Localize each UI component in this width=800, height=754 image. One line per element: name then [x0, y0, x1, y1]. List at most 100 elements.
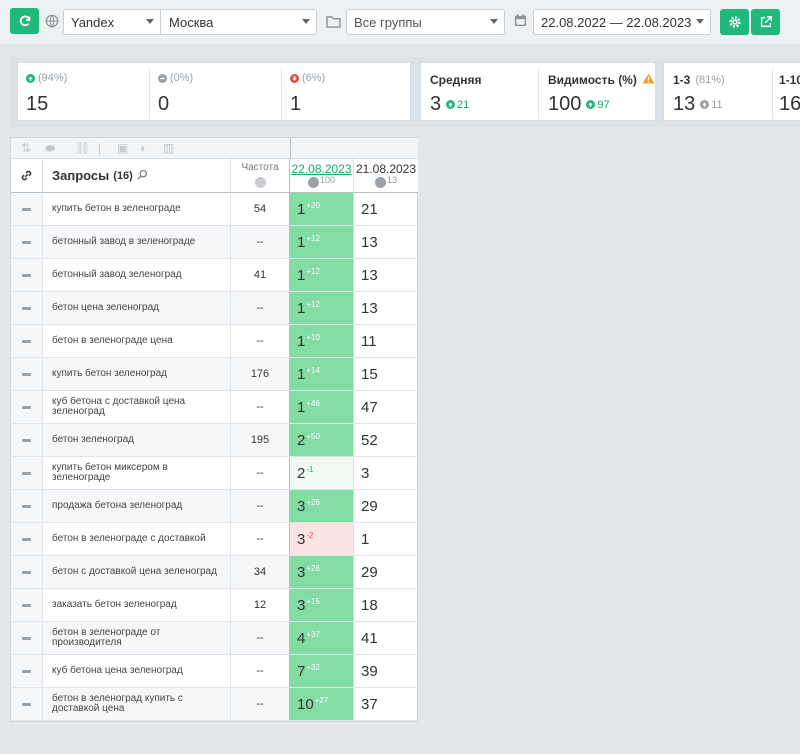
date1-column-header[interactable]: 22.08.2023 100 [290, 159, 354, 193]
position-cell[interactable]: 3 +26 [290, 490, 354, 522]
top3-value: 13 [673, 93, 696, 115]
position-value: 3 [297, 497, 306, 515]
average-delta-row: 21 [446, 99, 469, 111]
row-toggle-button[interactable] [11, 457, 43, 489]
row-toggle-button[interactable] [11, 325, 43, 357]
toggle-icon[interactable]: ⬬ [45, 141, 55, 156]
row-toggle-button[interactable] [11, 688, 43, 720]
position-cell[interactable]: 3 -2 [290, 523, 354, 555]
position-cell[interactable]: 2 -1 [290, 457, 354, 489]
row-toggle-button[interactable] [11, 358, 43, 390]
position-cell[interactable]: 2 +50 [290, 424, 354, 456]
query-cell[interactable]: бетон с доставкой цена зеленоград [43, 556, 231, 588]
previous-position-cell[interactable]: 13 [354, 226, 418, 258]
warning-icon[interactable] [642, 73, 655, 87]
previous-position-cell[interactable]: 3 [354, 457, 418, 489]
previous-position-cell[interactable]: 1 [354, 523, 418, 555]
row-toggle-button[interactable] [11, 655, 43, 687]
date1-sub: 100 [319, 174, 336, 185]
save-icon[interactable]: ▣ [117, 141, 128, 155]
query-cell[interactable]: бетон в зеленограде цена [43, 325, 231, 357]
dates-header-strip [290, 138, 418, 159]
row-toggle-button[interactable] [11, 259, 43, 291]
frequency-cell: -- [231, 457, 290, 489]
row-toggle-button[interactable] [11, 292, 43, 324]
query-cell[interactable]: заказать бетон зеленоград [43, 589, 231, 621]
row-toggle-button[interactable] [11, 589, 43, 621]
row-toggle-button[interactable] [11, 490, 43, 522]
declined-pct: (6%) [302, 72, 326, 84]
row-toggle-button[interactable] [11, 424, 43, 456]
position-cell[interactable]: 1 +10 [290, 325, 354, 357]
groups-select[interactable]: Все группы [346, 9, 505, 35]
position-cell[interactable]: 1 +12 [290, 259, 354, 291]
row-toggle-button[interactable] [11, 193, 43, 225]
query-cell[interactable]: бетон в зеленограде от производителя [43, 622, 231, 654]
top-positions-card: 1-3 (81%) 13 11 1-10 16 [663, 62, 800, 121]
query-cell[interactable]: продажа бетона зеленоград [43, 490, 231, 522]
query-cell[interactable]: бетон цена зеленоград [43, 292, 231, 324]
previous-position-cell[interactable]: 47 [354, 391, 418, 423]
query-cell[interactable]: бетон в зеленограде с доставкой [43, 523, 231, 555]
row-toggle-button[interactable] [11, 391, 43, 423]
contrast-icon[interactable]: ◐ [140, 141, 147, 155]
position-cell[interactable]: 3 +26 [290, 556, 354, 588]
position-cell[interactable]: 1 +14 [290, 358, 354, 390]
position-cell[interactable]: 1 +12 [290, 226, 354, 258]
query-cell[interactable]: бетон зеленоград [43, 424, 231, 456]
previous-position-cell[interactable]: 37 [354, 688, 418, 720]
link-icon[interactable]: ⛓ [75, 141, 90, 155]
position-cell[interactable]: 1 +46 [290, 391, 354, 423]
minus-icon [22, 405, 31, 409]
previous-position-cell[interactable]: 29 [354, 490, 418, 522]
query-cell[interactable]: бетонный завод зеленоград [43, 259, 231, 291]
query-cell[interactable]: купить бетон в зеленограде [43, 193, 231, 225]
previous-position-cell[interactable]: 52 [354, 424, 418, 456]
query-cell[interactable]: купить бетон миксером в зеленограде [43, 457, 231, 489]
previous-position-cell[interactable]: 21 [354, 193, 418, 225]
export-button[interactable] [751, 9, 780, 35]
settings-button[interactable] [720, 9, 749, 35]
date-range-picker[interactable]: 22.08.2022 — 22.08.2023 [533, 9, 711, 35]
top10-stat: 1-10 16 [773, 63, 800, 120]
query-cell[interactable]: куб бетона цена зеленоград [43, 655, 231, 687]
position-cell[interactable]: 1 +20 [290, 193, 354, 225]
position-cell[interactable]: 7 +32 [290, 655, 354, 687]
queries-column-header[interactable]: Запросы (16) [43, 159, 231, 193]
position-cell[interactable]: 4 +37 [290, 622, 354, 654]
table-row: бетон в зеленоград купить с доставкой це… [11, 688, 418, 721]
row-toggle-button[interactable] [11, 622, 43, 654]
query-cell[interactable]: бетонный завод в зеленограде [43, 226, 231, 258]
previous-position-cell[interactable]: 11 [354, 325, 418, 357]
position-value: 2 [297, 464, 306, 482]
previous-position-cell[interactable]: 13 [354, 292, 418, 324]
query-cell[interactable]: бетон в зеленоград купить с доставкой це… [43, 688, 231, 720]
declined-count: 1 [290, 93, 302, 115]
arrow-up-icon [586, 100, 596, 109]
query-cell[interactable]: купить бетон зеленоград [43, 358, 231, 390]
query-cell[interactable]: куб бетона с доставкой цена зеленоград [43, 391, 231, 423]
row-toggle-button[interactable] [11, 556, 43, 588]
engine-region-select[interactable]: Yandex Москва [63, 9, 317, 35]
refresh-icon [19, 15, 30, 27]
chart-icon[interactable]: ▥ [163, 141, 174, 155]
previous-position-cell[interactable]: 15 [354, 358, 418, 390]
sort-icon[interactable]: ⇅ [21, 141, 31, 155]
search-icon[interactable] [137, 168, 148, 183]
position-cell[interactable]: 1 +12 [290, 292, 354, 324]
previous-position-cell[interactable]: 41 [354, 622, 418, 654]
links-column-header[interactable] [11, 159, 43, 193]
row-toggle-button[interactable] [11, 226, 43, 258]
previous-position-cell[interactable]: 39 [354, 655, 418, 687]
row-toggle-button[interactable] [11, 523, 43, 555]
position-cell[interactable]: 3 +15 [290, 589, 354, 621]
date2-column-header[interactable]: 21.08.2023 13 [354, 159, 418, 193]
refresh-button[interactable] [10, 8, 39, 34]
previous-position-cell[interactable]: 18 [354, 589, 418, 621]
frequency-column-header[interactable]: Частота [231, 159, 290, 193]
position-cell[interactable]: 10 +27 [290, 688, 354, 720]
average-value: 3 [430, 93, 442, 115]
minus-icon [22, 603, 31, 607]
previous-position-cell[interactable]: 29 [354, 556, 418, 588]
previous-position-cell[interactable]: 13 [354, 259, 418, 291]
